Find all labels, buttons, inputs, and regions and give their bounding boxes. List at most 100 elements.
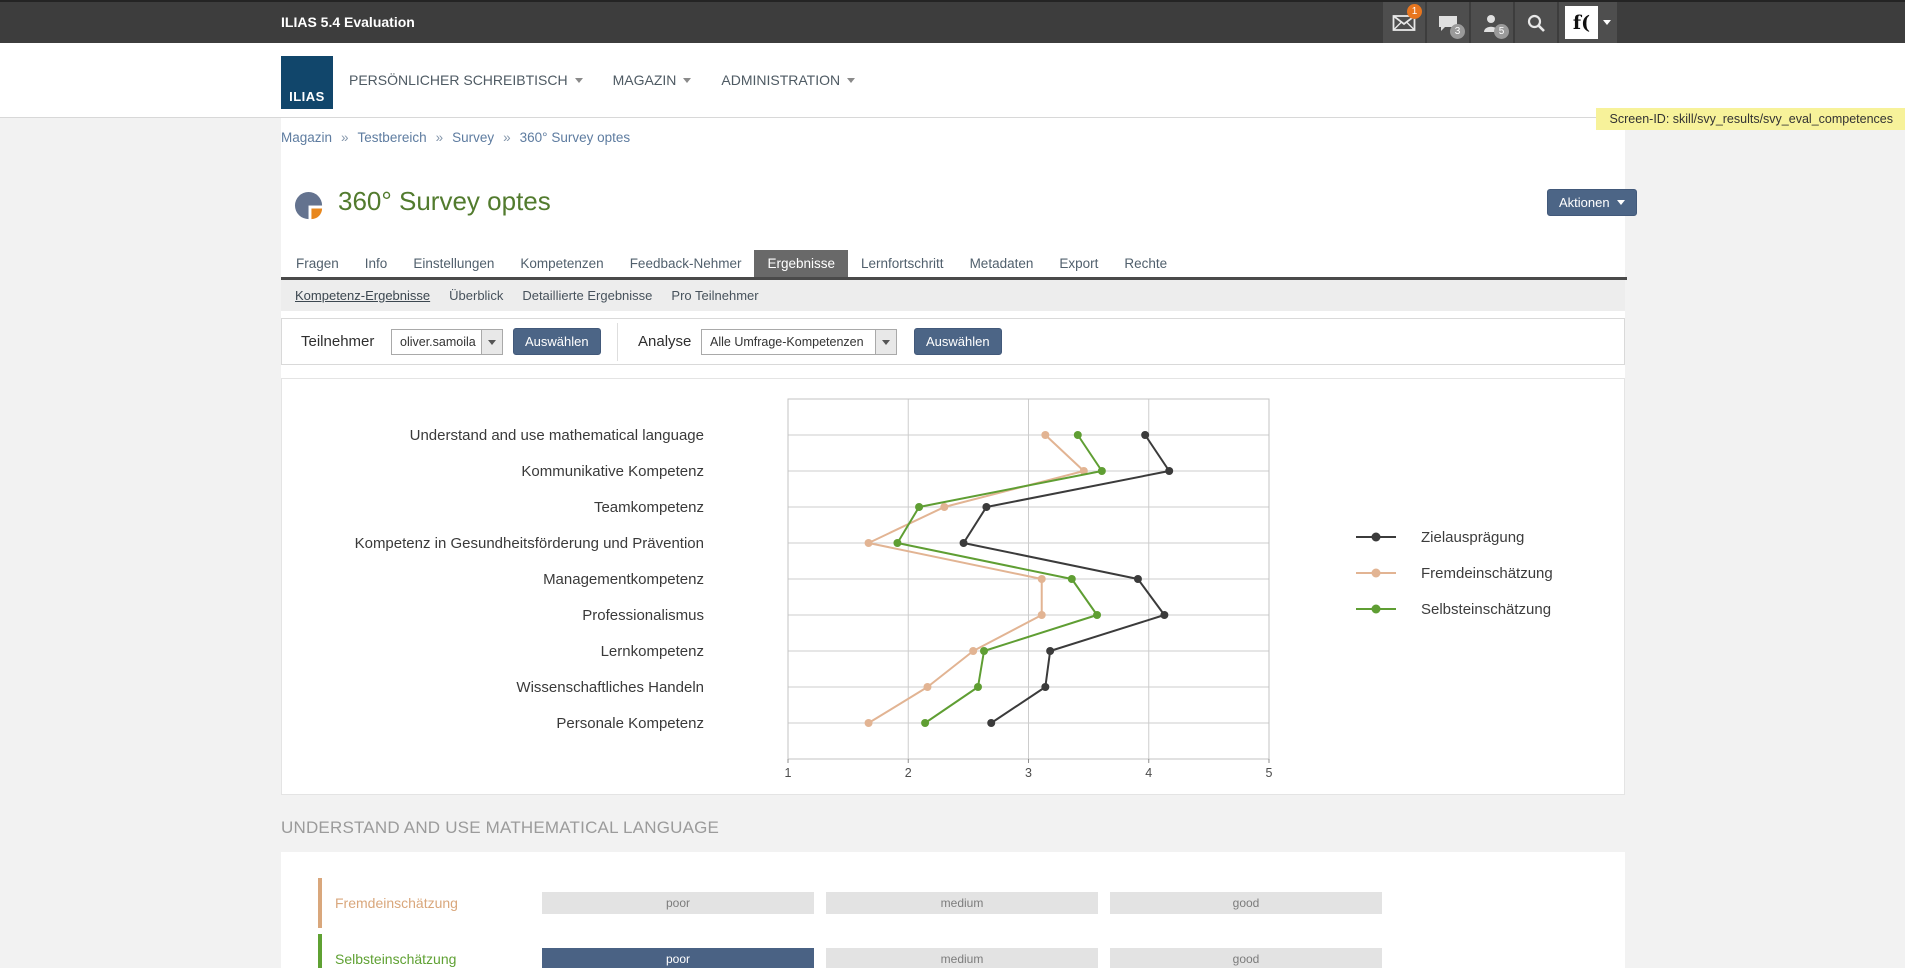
ilias-logo[interactable]: ILIAS — [281, 56, 333, 109]
breadcrumb-link-magazin[interactable]: Magazin — [281, 130, 332, 145]
data-point-fremdeinsch-tzung — [923, 683, 931, 691]
main-header: ILIAS PERSÖNLICHER SCHREIBTISCH MAGAZIN AD… — [0, 43, 1905, 118]
data-point-selbsteinsch-tzung — [1093, 611, 1101, 619]
search-button[interactable] — [1515, 2, 1557, 43]
menu-administration[interactable]: ADMINISTRATION — [721, 72, 855, 88]
data-point-zielauspr-gung — [987, 719, 995, 727]
subtab-berblick[interactable]: Überblick — [449, 280, 503, 311]
breadcrumb-link-survey[interactable]: Survey — [452, 130, 494, 145]
category-label: Wissenschaftliches Handeln — [516, 679, 704, 696]
result-row-fremdeinsch-tzung: Fremdeinschätzung poor medium good — [281, 878, 1625, 928]
chart-legend: Zielausprägung Fremdeinschätzung Selbstein… — [1356, 525, 1553, 621]
mail-button[interactable]: 1 — [1383, 2, 1425, 43]
actions-button-label: Aktionen — [1559, 194, 1610, 211]
chart-panel: 12345Understand and use mathematical lan… — [281, 378, 1625, 795]
data-point-selbsteinsch-tzung — [921, 719, 929, 727]
tab-lernfortschritt[interactable]: Lernfortschritt — [848, 250, 957, 277]
rating-segment-medium: medium — [826, 892, 1098, 914]
users-button[interactable]: 5 — [1471, 2, 1513, 43]
data-point-selbsteinsch-tzung — [893, 539, 901, 547]
participant-select-button[interactable]: Auswählen — [513, 328, 601, 355]
legend-marker-icon — [1356, 572, 1396, 574]
row-color-edge — [318, 934, 322, 968]
subtab-bar: Kompetenz-Ergebnisse Überblick Detailliert… — [281, 280, 1625, 311]
data-point-selbsteinsch-tzung — [1074, 431, 1082, 439]
tab-ergebnisse[interactable]: Ergebnisse — [754, 250, 848, 277]
tab-info[interactable]: Info — [352, 250, 401, 277]
data-point-fremdeinsch-tzung — [1038, 575, 1046, 583]
legend-label: Selbsteinschätzung — [1421, 601, 1551, 618]
x-tick-label: 2 — [905, 766, 912, 780]
actions-button[interactable]: Aktionen — [1547, 189, 1637, 216]
tab-rechte[interactable]: Rechte — [1111, 250, 1180, 277]
tab-fragen[interactable]: Fragen — [283, 250, 352, 277]
select-caret-icon — [875, 330, 896, 354]
data-point-zielauspr-gung — [982, 503, 990, 511]
competence-chart: 12345Understand and use mathematical lan… — [282, 391, 1382, 791]
breadcrumb-separator: » — [341, 130, 349, 145]
legend-label: Fremdeinschätzung — [1421, 565, 1553, 582]
data-point-selbsteinsch-tzung — [915, 503, 923, 511]
data-point-selbsteinsch-tzung — [1098, 467, 1106, 475]
menu-pers-nlicher-schreibtisch[interactable]: PERSÖNLICHER SCHREIBTISCH — [349, 72, 583, 88]
competence-section-title: UNDERSTAND AND USE MATHEMATICAL LANGUAGE — [281, 818, 719, 838]
legend-marker-icon — [1356, 536, 1396, 538]
rating-segment-poor: poor — [542, 948, 814, 968]
data-point-zielauspr-gung — [960, 539, 968, 547]
analysis-select[interactable]: Alle Umfrage-Kompetenzen — [701, 329, 897, 355]
data-point-fremdeinsch-tzung — [969, 647, 977, 655]
mail-badge: 1 — [1407, 4, 1422, 19]
subtab-detaillierte-ergebnisse[interactable]: Detaillierte Ergebnisse — [522, 280, 652, 311]
legend-label: Zielausprägung — [1421, 529, 1524, 546]
search-icon — [1526, 13, 1546, 33]
legend-dot-icon — [1372, 605, 1381, 614]
topbar: ILIAS 5.4 Evaluation 1 3 — [0, 0, 1905, 43]
category-label: Kompetenz in Gesundheitsförderung und Pr… — [355, 535, 704, 552]
chevron-down-icon — [1617, 200, 1625, 205]
filter-divider — [617, 323, 618, 361]
breadcrumb-link-360-survey-optes[interactable]: 360° Survey optes — [520, 130, 630, 145]
tab-feedback-nehmer[interactable]: Feedback-Nehmer — [617, 250, 755, 277]
category-label: Understand and use mathematical language — [410, 427, 704, 444]
category-label: Kommunikative Kompetenz — [521, 463, 704, 480]
result-row-selbsteinsch-tzung: Selbsteinschätzungpoormediumgood — [281, 934, 1625, 968]
rating-segment-poor: poor — [542, 892, 814, 914]
user-menu-button[interactable]: f( — [1559, 2, 1617, 43]
app-title: ILIAS 5.4 Evaluation — [281, 2, 415, 42]
category-label: Managementkompetenz — [543, 571, 704, 588]
analysis-label: Analyse — [638, 333, 691, 350]
x-tick-label: 4 — [1145, 766, 1152, 780]
rating-segment-good: good — [1110, 892, 1382, 914]
subtab-kompetenz-ergebnisse[interactable]: Kompetenz-Ergebnisse — [295, 280, 430, 311]
tab-export[interactable]: Export — [1046, 250, 1111, 277]
participant-select[interactable]: oliver.samoila — [391, 329, 503, 355]
tab-bar: FragenInfoEinstellungenKompetenzenFeedba… — [281, 250, 1627, 280]
analysis-select-button[interactable]: Auswählen — [914, 328, 1002, 355]
breadcrumb-link-testbereich[interactable]: Testbereich — [358, 130, 427, 145]
breadcrumb: Magazin»Testbereich»Survey»360° Survey o… — [281, 130, 630, 145]
tab-einstellungen[interactable]: Einstellungen — [400, 250, 507, 277]
category-label: Teamkompetenz — [594, 499, 704, 516]
menu-label: ADMINISTRATION — [721, 72, 840, 88]
chevron-down-icon — [575, 78, 583, 83]
tab-metadaten[interactable]: Metadaten — [957, 250, 1047, 277]
breadcrumb-separator: » — [503, 130, 511, 145]
tab-kompetenzen[interactable]: Kompetenzen — [507, 250, 616, 277]
data-point-zielauspr-gung — [1160, 611, 1168, 619]
data-point-selbsteinsch-tzung — [1068, 575, 1076, 583]
survey-pie-icon — [294, 191, 325, 227]
analysis-select-button-label: Auswählen — [926, 333, 990, 350]
chevron-down-icon — [1603, 20, 1611, 25]
data-point-fremdeinsch-tzung — [865, 719, 873, 727]
menu-label: MAGAZIN — [613, 72, 677, 88]
data-point-selbsteinsch-tzung — [980, 647, 988, 655]
legend-item-zielauspr-gung: Zielausprägung — [1356, 525, 1553, 549]
row-label: Fremdeinschätzung — [335, 878, 458, 928]
legend-dot-icon — [1372, 569, 1381, 578]
data-point-zielauspr-gung — [1165, 467, 1173, 475]
subtab-pro-teilnehmer[interactable]: Pro Teilnehmer — [671, 280, 758, 311]
menu-magazin[interactable]: MAGAZIN — [613, 72, 692, 88]
analysis-select-value: Alle Umfrage-Kompetenzen — [702, 335, 875, 349]
data-point-fremdeinsch-tzung — [940, 503, 948, 511]
chat-button[interactable]: 3 — [1427, 2, 1469, 43]
